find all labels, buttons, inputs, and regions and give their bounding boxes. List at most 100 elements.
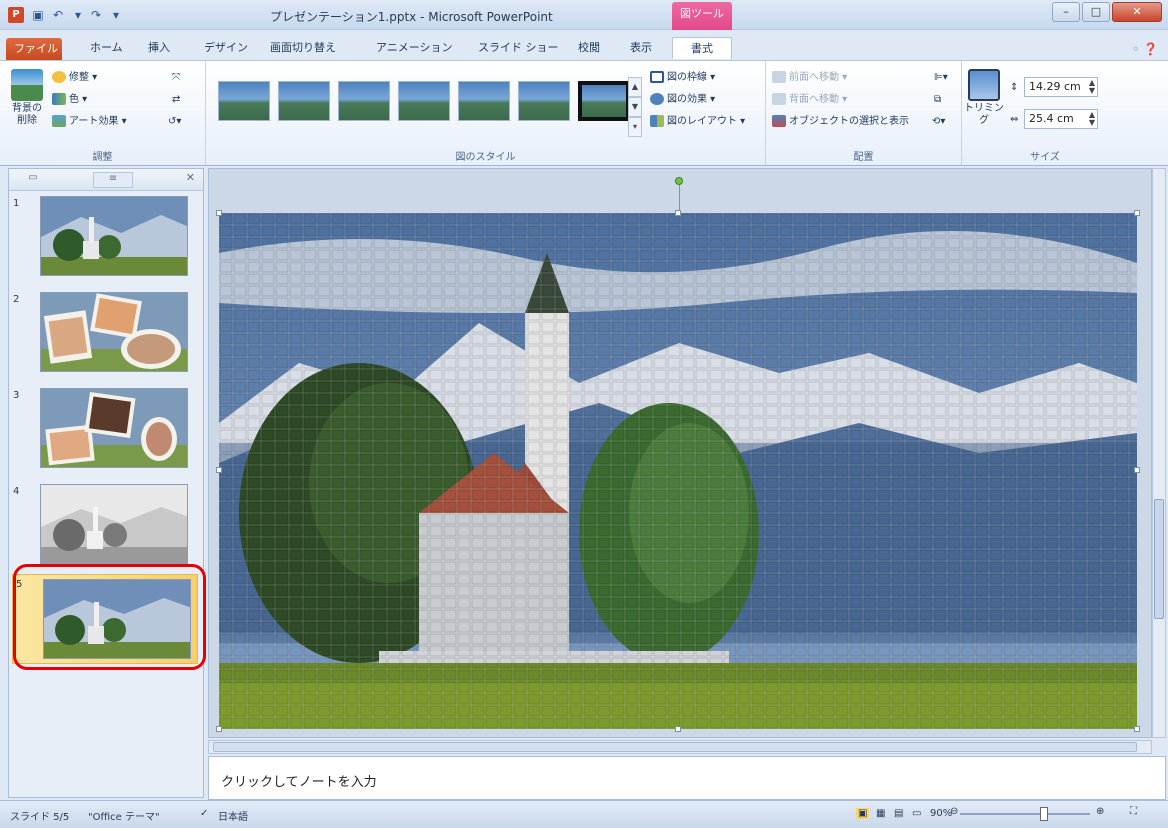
redo-icon[interactable]: ↷ [88, 7, 104, 23]
tab-slideshow[interactable]: スライド ショー [470, 37, 567, 59]
tab-home[interactable]: ホーム [82, 37, 131, 59]
adjust-group: 背景の 削除 修整 ▾ 色 ▾ アート効果 ▾ ⤧ ⇄ ↺▾ 調整 [0, 61, 206, 165]
selection-pane-label: オブジェクトの選択と表示 [789, 116, 909, 127]
send-backward-button[interactable]: 背面へ移動 ▾ [772, 91, 847, 109]
color-button[interactable]: 色 ▾ [52, 91, 87, 109]
arrange-group: 前面へ移動 ▾ 背面へ移動 ▾ オブジェクトの選択と表示 ⊫▾ ⧉ ⟲▾ 配置 [766, 61, 962, 165]
gallery-up-icon[interactable]: ▲ [628, 77, 642, 97]
height-spinner-icon[interactable]: ▲ ▼ [1089, 79, 1095, 95]
reading-view-icon[interactable]: ▤ [894, 808, 903, 819]
size-group-label: サイズ [1030, 152, 1060, 163]
vertical-scrollbar[interactable] [1152, 168, 1166, 738]
selection-pane-button[interactable]: オブジェクトの選択と表示 [772, 113, 909, 131]
picture-style-7[interactable] [578, 81, 630, 121]
group-icon[interactable]: ⧉ [934, 91, 941, 109]
maximize-icon: □ [1090, 5, 1102, 18]
tab-transitions[interactable]: 画面切り替え [262, 37, 344, 59]
picture-style-4[interactable] [398, 81, 450, 121]
tab-animations[interactable]: アニメーション [368, 37, 461, 59]
outline-tab-icon[interactable]: ≡ [93, 172, 133, 188]
gallery-more-icon[interactable]: ▾ [628, 117, 642, 137]
close-button[interactable]: ✕ [1112, 2, 1162, 22]
reset-picture-icon[interactable]: ↺▾ [168, 113, 181, 131]
slide-thumbnail-3[interactable]: 3 [10, 386, 200, 472]
slideshow-view-icon[interactable]: ▭ [912, 808, 921, 819]
save-icon[interactable]: ▣ [30, 7, 46, 23]
tab-format[interactable]: 書式 [672, 37, 732, 59]
align-icon[interactable]: ⊫▾ [934, 69, 948, 87]
minimize-button[interactable]: – [1052, 2, 1080, 22]
theme-status[interactable]: "Office テーマ" [88, 808, 160, 823]
artistic-effects-button[interactable]: アート効果 ▾ [52, 113, 127, 131]
picture-style-6[interactable] [518, 81, 570, 121]
help-icon[interactable]: ◦ ❓ [1132, 42, 1158, 56]
rotation-handle[interactable] [675, 177, 683, 185]
resize-handle-l[interactable] [216, 467, 222, 473]
undo-icon[interactable]: ↶ [50, 7, 66, 23]
vertical-scroll-thumb[interactable] [1154, 499, 1164, 619]
zoom-level[interactable]: 90% [930, 808, 952, 819]
crop-button[interactable]: トリミング [964, 69, 1004, 127]
church-landscape-picture [219, 213, 1137, 729]
picture-layout-label: 図のレイアウト ▾ [667, 116, 746, 127]
crop-icon [968, 69, 1000, 101]
customize-qat-icon[interactable]: ▾ [108, 7, 124, 23]
tab-insert[interactable]: 挿入 [140, 37, 178, 59]
picture-effects-button[interactable]: 図の効果 ▾ [650, 91, 715, 109]
language-status[interactable]: 日本語 [218, 808, 248, 823]
minimize-icon: – [1063, 5, 1069, 18]
resize-handle-t[interactable] [675, 210, 681, 216]
compress-pictures-icon[interactable]: ⤧ [172, 69, 180, 87]
slide-thumbnail-4[interactable]: 4 [10, 482, 200, 568]
zoom-in-icon[interactable]: ⊕ [1096, 806, 1104, 817]
resize-handle-tr[interactable] [1134, 210, 1140, 216]
corrections-button[interactable]: 修整 ▾ [52, 69, 97, 87]
picture-border-button[interactable]: 図の枠線 ▾ [650, 69, 715, 87]
church-landscape-thumbnail [41, 197, 187, 275]
spellcheck-icon[interactable]: ✓ [200, 808, 208, 819]
resize-handle-bl[interactable] [216, 726, 222, 732]
remove-background-button[interactable]: 背景の 削除 [6, 69, 48, 127]
artistic-effects-label: アート効果 ▾ [69, 116, 127, 127]
slide-thumbnail-1[interactable]: 1 [10, 194, 200, 280]
width-spinner-icon[interactable]: ▲ ▼ [1089, 111, 1095, 127]
tab-design[interactable]: デザイン [196, 37, 256, 59]
photo-collage-thumbnail [41, 389, 187, 467]
picture-style-1[interactable] [218, 81, 270, 121]
resize-handle-r[interactable] [1134, 467, 1140, 473]
fit-to-window-icon[interactable]: ⛶ [1130, 806, 1137, 817]
gallery-down-icon[interactable]: ▼ [628, 97, 642, 117]
title-bar: P ▣ ↶ ▾ ↷ ▾ プレゼンテーション1.pptx - Microsoft … [0, 0, 1168, 30]
zoom-slider[interactable] [960, 813, 1090, 815]
resize-handle-tl[interactable] [216, 210, 222, 216]
current-slide-picture[interactable] [219, 213, 1137, 729]
resize-handle-b[interactable] [675, 726, 681, 732]
tab-review[interactable]: 校閲 [570, 37, 608, 59]
normal-view-icon[interactable]: ▣ [856, 808, 870, 819]
height-field[interactable]: 14.29 cm ▲ ▼ [1024, 77, 1098, 97]
picture-style-5[interactable] [458, 81, 510, 121]
horizontal-scrollbar[interactable] [208, 740, 1152, 754]
notes-pane[interactable]: クリックしてノートを入力 [208, 756, 1166, 800]
slides-tab-icon[interactable]: ▭ [13, 172, 53, 188]
zoom-out-icon[interactable]: ⊖ [950, 806, 958, 817]
tab-file[interactable]: ファイル [6, 38, 62, 60]
zoom-slider-knob[interactable] [1040, 807, 1048, 821]
change-picture-icon[interactable]: ⇄ [172, 91, 180, 109]
resize-handle-br[interactable] [1134, 726, 1140, 732]
slide-thumbnail-2[interactable]: 2 [10, 290, 200, 376]
horizontal-scroll-thumb[interactable] [213, 742, 1137, 752]
picture-layout-button[interactable]: 図のレイアウト ▾ [650, 113, 745, 131]
panel-close-icon[interactable]: ✕ [186, 171, 195, 184]
undo-dropdown-icon[interactable]: ▾ [70, 7, 86, 23]
tab-view[interactable]: 表示 [622, 37, 660, 59]
picture-style-2[interactable] [278, 81, 330, 121]
maximize-button[interactable]: □ [1082, 2, 1110, 22]
picture-style-3[interactable] [338, 81, 390, 121]
width-field[interactable]: 25.4 cm ▲ ▼ [1024, 109, 1098, 129]
artistic-effects-icon [52, 115, 66, 127]
slide-sorter-icon[interactable]: ▦ [876, 808, 885, 819]
bring-forward-button[interactable]: 前面へ移動 ▾ [772, 69, 847, 87]
powerpoint-app-icon[interactable]: P [8, 7, 24, 23]
rotate-icon[interactable]: ⟲▾ [932, 113, 945, 131]
